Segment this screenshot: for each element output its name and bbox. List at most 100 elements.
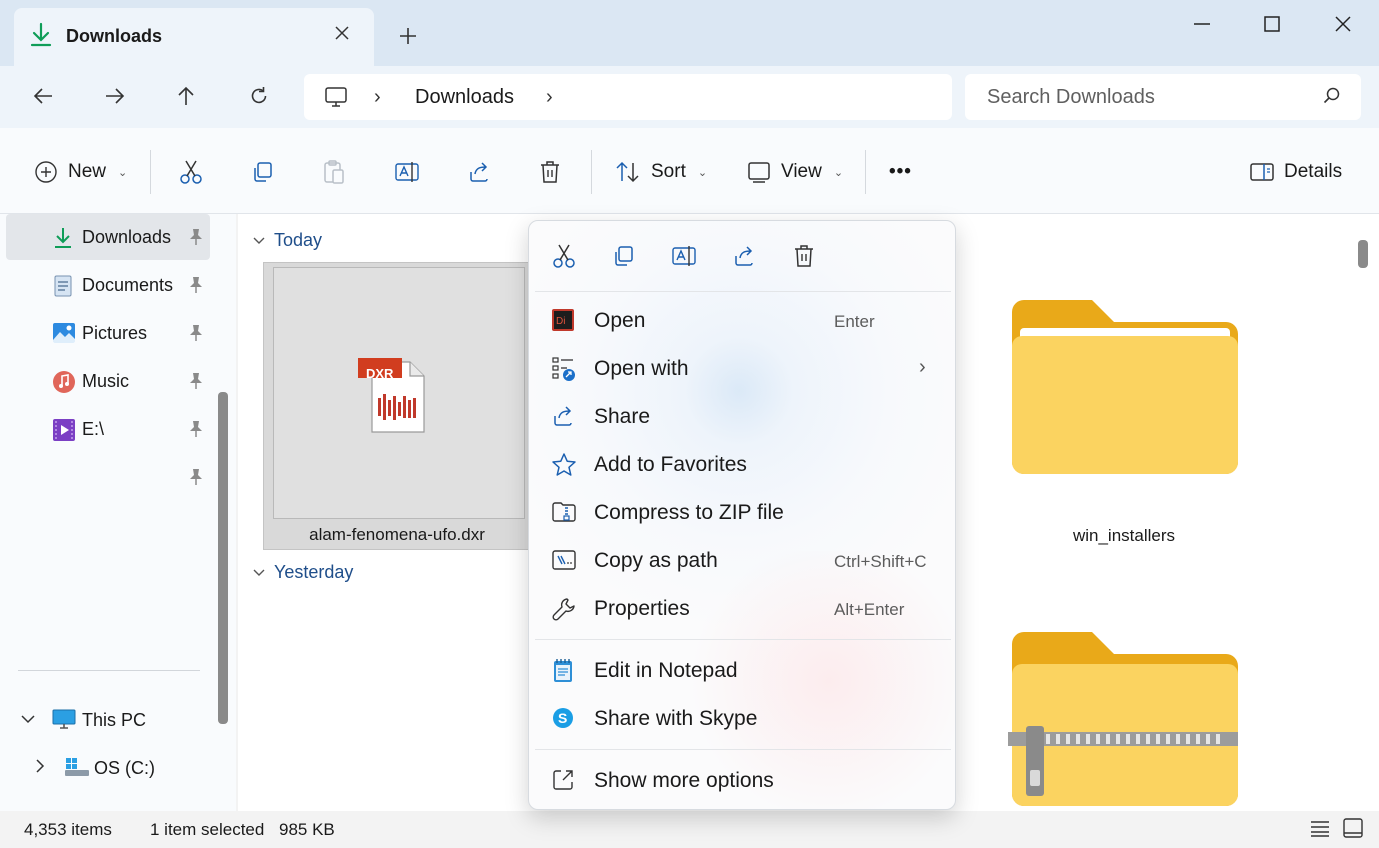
svg-text:Di: Di xyxy=(556,316,565,327)
group-label: Yesterday xyxy=(274,562,354,582)
menu-item-edit-in-notepad[interactable]: Edit in Notepad xyxy=(535,648,951,694)
close-tab-icon[interactable] xyxy=(330,22,354,46)
group-header-today[interactable]: Today xyxy=(252,230,322,251)
tree-item-label: This PC xyxy=(82,710,147,730)
cut-button[interactable] xyxy=(549,241,579,271)
file-thumbnail: DXR xyxy=(273,267,525,519)
menu-item-label: Edit in Notepad xyxy=(594,659,738,682)
menu-item-share[interactable]: Share xyxy=(535,394,951,440)
open-with-icon xyxy=(551,356,577,382)
menu-item-label: Share with Skype xyxy=(594,707,758,730)
pin-icon[interactable] xyxy=(188,372,204,390)
minimize-button[interactable] xyxy=(1180,8,1224,40)
menu-item-add-to-favorites[interactable]: Add to Favorites xyxy=(535,442,951,488)
menu-item-label: Share xyxy=(594,405,651,428)
share-button[interactable] xyxy=(467,156,491,188)
more-options-icon xyxy=(551,768,577,794)
plus-circle-icon xyxy=(35,161,57,183)
copy-button[interactable] xyxy=(609,241,639,271)
maximize-button[interactable] xyxy=(1250,8,1294,40)
back-button[interactable] xyxy=(25,80,61,112)
sidebar-item-label: Documents xyxy=(82,275,174,295)
menu-item-show-more-options[interactable]: Show more options xyxy=(535,758,951,804)
zip-folder-item[interactable] xyxy=(1006,630,1240,815)
address-bar[interactable]: › Downloads › xyxy=(304,74,952,120)
up-button[interactable] xyxy=(168,80,204,112)
star-icon xyxy=(551,452,577,478)
group-header-yesterday[interactable]: Yesterday xyxy=(252,562,353,583)
menu-item-share-with-skype[interactable]: S Share with Skype xyxy=(535,696,951,742)
close-window-button[interactable] xyxy=(1321,8,1365,40)
pin-icon[interactable] xyxy=(188,420,204,438)
cut-button[interactable] xyxy=(179,156,203,188)
sidebar-scrollbar[interactable] xyxy=(218,392,228,724)
chevron-down-icon[interactable] xyxy=(20,709,36,730)
paste-button[interactable] xyxy=(322,156,346,188)
new-button[interactable]: New ⌄ xyxy=(34,156,127,188)
file-item-selected[interactable]: DXR alam-fenomena-ufo.dxr xyxy=(263,262,529,550)
tab-downloads[interactable]: Downloads xyxy=(14,8,374,66)
chevron-right-icon[interactable]: › xyxy=(546,86,553,109)
sidebar-item-label: Downloads xyxy=(82,227,172,247)
menu-item-open[interactable]: Di Open Enter xyxy=(535,298,951,344)
folder-icon xyxy=(1012,300,1238,474)
chevron-right-icon[interactable] xyxy=(34,758,46,779)
search-box[interactable] xyxy=(965,74,1361,120)
copy-button[interactable] xyxy=(251,156,275,188)
new-label: New xyxy=(68,161,107,182)
breadcrumb[interactable]: Downloads xyxy=(415,86,514,109)
menu-item-copy-as-path[interactable]: Copy as path Ctrl+Shift+C xyxy=(535,538,951,584)
pin-icon[interactable] xyxy=(188,324,204,342)
view-label: View xyxy=(781,161,822,182)
menu-item-open-with[interactable]: Open with › xyxy=(535,346,951,392)
pin-icon[interactable] xyxy=(188,276,204,294)
details-view-icon[interactable] xyxy=(1310,819,1330,842)
tab-title: Downloads xyxy=(66,26,163,46)
group-label: Today xyxy=(274,230,323,250)
svg-text:S: S xyxy=(558,710,567,726)
rename-button[interactable] xyxy=(669,241,699,271)
sort-button[interactable]: Sort ⌄ xyxy=(615,156,707,188)
menu-item-label: Show more options xyxy=(594,769,774,792)
tree-item-this-pc[interactable]: This PC xyxy=(0,700,220,740)
menu-item-compress-zip[interactable]: Compress to ZIP file xyxy=(535,490,951,536)
share-button[interactable] xyxy=(729,241,759,271)
video-drive-icon xyxy=(52,418,76,442)
menu-item-properties[interactable]: Properties Alt+Enter xyxy=(535,586,951,632)
rename-icon xyxy=(395,162,419,182)
refresh-button[interactable] xyxy=(241,80,277,112)
tiles-view-icon[interactable] xyxy=(1343,818,1363,843)
folder-item[interactable] xyxy=(1010,298,1240,483)
content-scrollbar[interactable] xyxy=(1358,240,1368,268)
view-button[interactable]: View ⌄ xyxy=(747,156,843,188)
sidebar-item-music[interactable]: Music xyxy=(6,358,210,404)
delete-button[interactable] xyxy=(789,241,819,271)
delete-button[interactable] xyxy=(539,156,561,188)
chevron-right-icon[interactable]: › xyxy=(374,86,381,109)
pin-icon[interactable] xyxy=(188,468,204,486)
sidebar-item-documents[interactable]: Documents xyxy=(6,262,210,308)
tree-item-os-c[interactable]: OS (C:) xyxy=(0,748,220,788)
new-tab-button[interactable] xyxy=(394,22,422,50)
file-type-badge: DXR xyxy=(366,366,394,381)
sidebar-item-unnamed[interactable] xyxy=(6,454,210,500)
copy-icon xyxy=(254,162,272,182)
pin-icon[interactable] xyxy=(188,228,204,246)
sidebar-item-pictures[interactable]: Pictures xyxy=(6,310,210,356)
see-more-button[interactable]: ••• xyxy=(889,156,912,188)
music-icon xyxy=(52,370,76,394)
sidebar-item-e-drive[interactable]: E:\ xyxy=(6,406,210,452)
search-icon[interactable] xyxy=(1323,87,1341,110)
share-icon xyxy=(735,246,753,266)
rename-button[interactable] xyxy=(394,156,420,188)
documents-icon xyxy=(52,274,76,298)
clipboard-icon xyxy=(324,160,344,184)
sidebar-item-downloads[interactable]: Downloads xyxy=(6,214,210,260)
details-button[interactable]: Details xyxy=(1250,156,1342,188)
share-icon xyxy=(551,404,577,430)
forward-button[interactable] xyxy=(97,80,133,112)
sidebar-item-label: Pictures xyxy=(82,323,148,343)
trash-icon xyxy=(541,161,559,183)
toolbar-divider xyxy=(150,150,151,194)
search-input[interactable] xyxy=(965,74,1361,120)
